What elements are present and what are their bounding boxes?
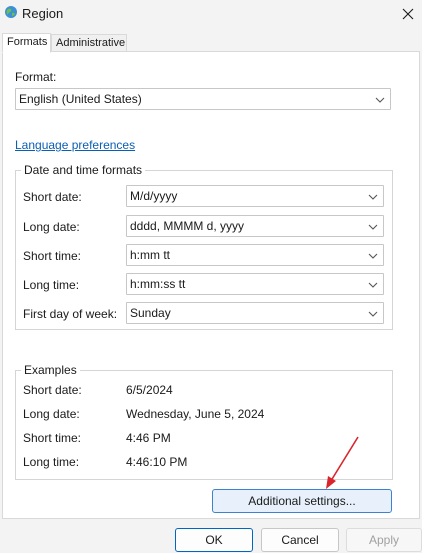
chevron-down-icon	[368, 224, 378, 230]
close-icon	[402, 8, 414, 20]
examples-group: Examples Short date: 6/5/2024 Long date:…	[15, 363, 393, 480]
formats-panel: Format: English (United States) Language…	[2, 51, 420, 519]
chevron-down-icon	[368, 253, 378, 259]
cancel-button[interactable]: Cancel	[261, 528, 339, 552]
short-date-dropdown[interactable]: M/d/yyyy	[126, 185, 384, 207]
title-bar: Region	[0, 0, 422, 28]
datetime-formats-group: Date and time formats Short date: M/d/yy…	[15, 163, 393, 330]
example-short-date-label: Short date:	[23, 383, 82, 397]
ok-button[interactable]: OK	[175, 528, 253, 552]
tab-strip: Formats Administrative	[0, 33, 422, 53]
long-time-label: Long time:	[23, 278, 80, 292]
example-short-date-value: 6/5/2024	[126, 383, 173, 397]
first-day-of-week-dropdown[interactable]: Sunday	[126, 302, 384, 324]
first-day-of-week-value: Sunday	[130, 306, 171, 320]
first-day-of-week-label: First day of week:	[23, 307, 118, 321]
additional-settings-button[interactable]: Additional settings...	[212, 489, 392, 513]
long-time-dropdown[interactable]: h:mm:ss tt	[126, 273, 384, 295]
globe-icon	[4, 5, 18, 19]
example-short-time-label: Short time:	[23, 431, 82, 445]
chevron-down-icon	[368, 282, 378, 288]
short-date-label: Short date:	[23, 190, 82, 204]
chevron-down-icon	[368, 194, 378, 200]
long-date-dropdown[interactable]: dddd, MMMM d, yyyy	[126, 215, 384, 237]
long-date-label: Long date:	[23, 220, 80, 234]
example-long-time-label: Long time:	[23, 455, 80, 469]
short-time-dropdown[interactable]: h:mm tt	[126, 244, 384, 266]
tab-administrative[interactable]: Administrative	[51, 34, 127, 52]
long-date-value: dddd, MMMM d, yyyy	[130, 219, 245, 233]
tab-formats[interactable]: Formats	[2, 33, 51, 53]
chevron-down-icon	[368, 311, 378, 317]
datetime-group-title: Date and time formats	[21, 163, 146, 177]
apply-button[interactable]: Apply	[346, 528, 422, 552]
example-long-date-value: Wednesday, June 5, 2024	[126, 407, 265, 421]
language-preferences-link[interactable]: Language preferences	[15, 138, 135, 152]
format-dropdown-value: English (United States)	[19, 92, 142, 106]
long-time-value: h:mm:ss tt	[130, 277, 186, 291]
example-long-date-label: Long date:	[23, 407, 80, 421]
window-title: Region	[22, 6, 64, 21]
close-button[interactable]	[394, 0, 422, 28]
short-date-value: M/d/yyyy	[130, 189, 178, 203]
examples-group-title: Examples	[21, 363, 80, 377]
chevron-down-icon	[375, 97, 385, 103]
example-short-time-value: 4:46 PM	[126, 431, 171, 445]
format-label: Format:	[15, 70, 57, 84]
short-time-label: Short time:	[23, 249, 82, 263]
short-time-value: h:mm tt	[130, 248, 171, 262]
example-long-time-value: 4:46:10 PM	[126, 455, 188, 469]
format-dropdown[interactable]: English (United States)	[15, 88, 391, 110]
